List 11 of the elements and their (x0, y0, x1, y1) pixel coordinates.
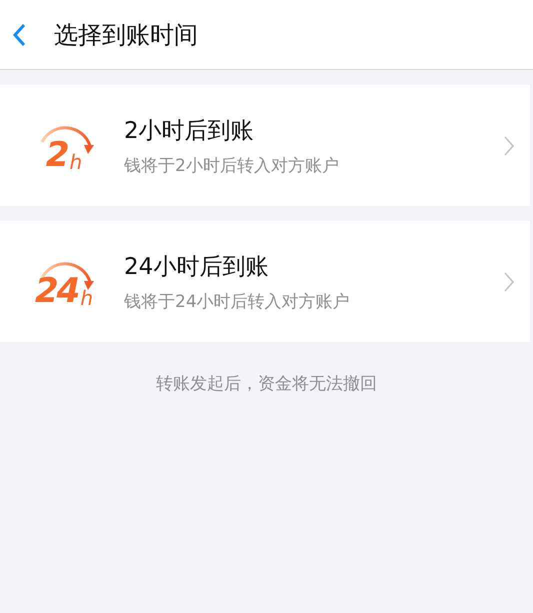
page-title: 选择到账时间 (54, 20, 198, 50)
chevron-right-icon (504, 136, 514, 156)
option-title: 24小时后到账 (124, 252, 270, 282)
chevron-right-icon (504, 272, 514, 292)
option-card[interactable]: 2h 2小时后到账 钱将于2小时后转入对方账户 (0, 85, 530, 206)
option-description: 钱将于24小时后转入对方账户 (124, 290, 351, 312)
option-description: 钱将于2小时后转入对方账户 (124, 154, 340, 176)
option-card[interactable]: 24h 24小时后到账 钱将于24小时后转入对方账户 (0, 221, 530, 342)
option-title: 2小时后到账 (124, 116, 255, 146)
notice-text: 转账发起后，资金将无法撤回 (155, 373, 378, 395)
back-icon (12, 22, 26, 46)
